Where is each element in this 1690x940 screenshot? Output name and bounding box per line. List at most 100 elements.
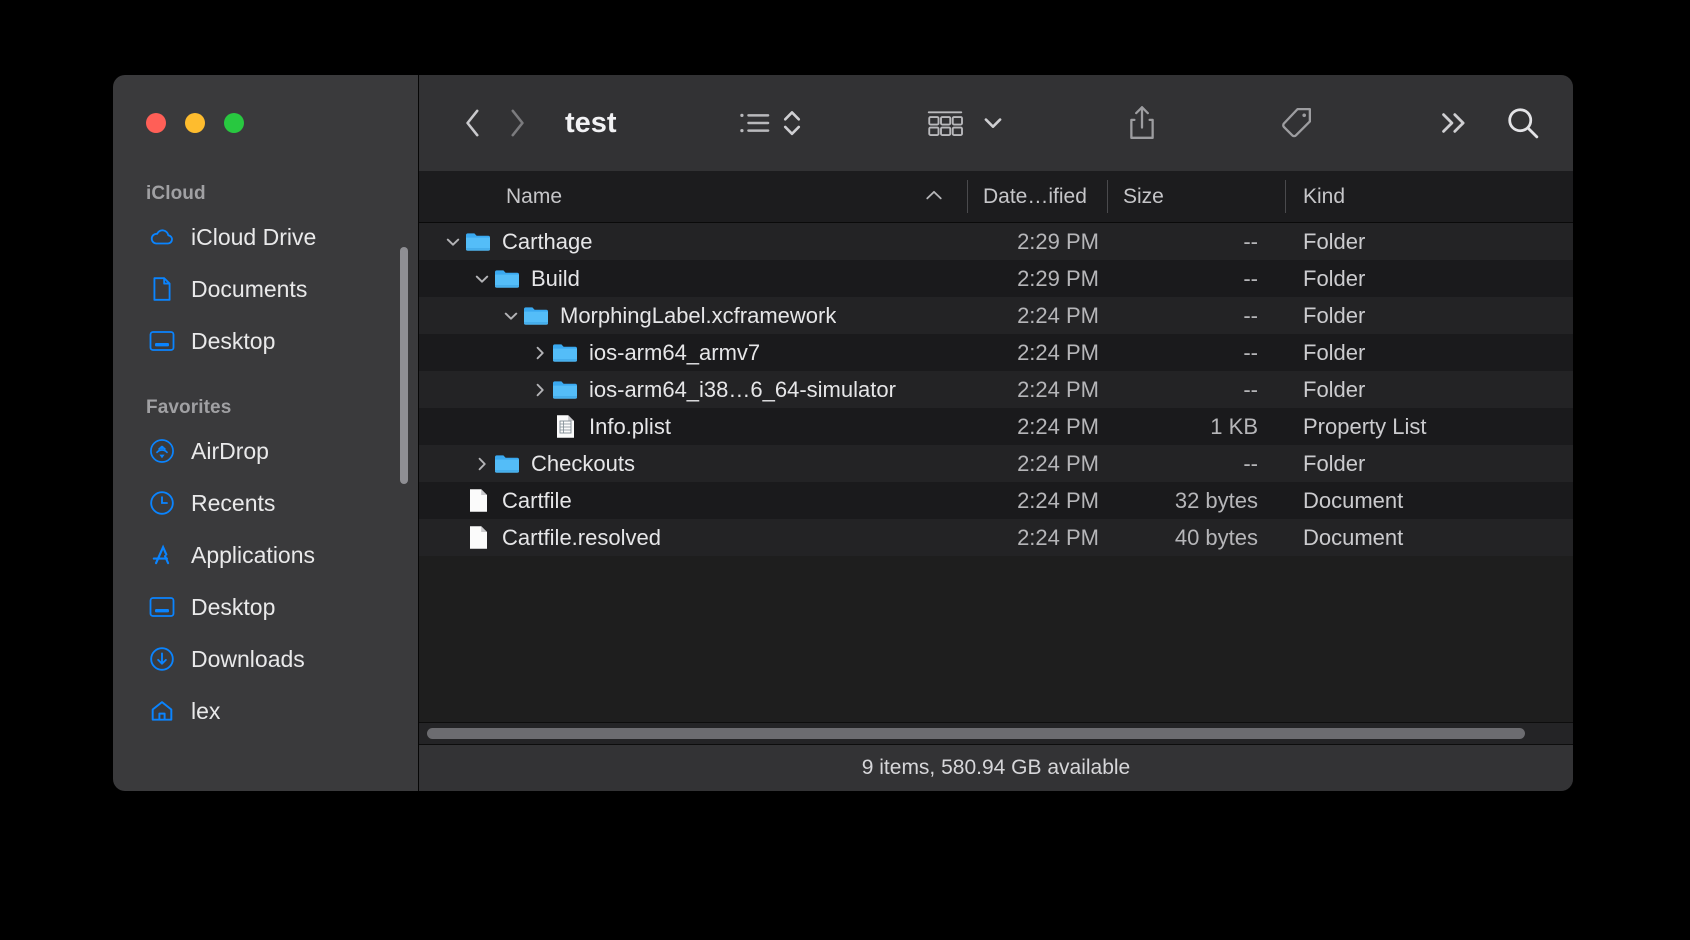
back-button[interactable]: [451, 101, 495, 145]
list-view-button[interactable]: [738, 100, 772, 146]
table-row[interactable]: Build 2:29 PM -- Folder: [419, 260, 1573, 297]
traffic-lights: [113, 75, 418, 133]
sort-updown-button[interactable]: [780, 100, 804, 146]
tag-button[interactable]: [1279, 100, 1315, 146]
sidebar-item-downloads[interactable]: Downloads: [113, 633, 418, 685]
column-header-kind[interactable]: Kind: [1285, 171, 1573, 222]
sidebar-item-desktop-favorites[interactable]: Desktop: [113, 581, 418, 633]
chevron-down-icon[interactable]: [982, 100, 1004, 146]
more-button[interactable]: [1437, 100, 1471, 146]
file-date-cell: 2:24 PM: [1017, 339, 1099, 365]
file-size-cell: 32 bytes: [1174, 487, 1258, 513]
table-row[interactable]: ios-arm64_i38…6_64-simulator 2:24 PM -- Fol…: [419, 371, 1573, 408]
file-date-cell: 2:24 PM: [1017, 413, 1099, 439]
table-row[interactable]: Checkouts 2:24 PM -- Folder: [419, 445, 1573, 482]
sidebar-item-label: Desktop: [191, 593, 276, 620]
horizontal-scrollbar[interactable]: [419, 722, 1573, 744]
chevron-right-icon[interactable]: [470, 456, 494, 472]
file-name-cell[interactable]: Info.plist: [419, 414, 967, 440]
close-button[interactable]: [146, 113, 166, 133]
file-list[interactable]: Carthage 2:29 PM -- Folder Build 2:29 PM -- Fol…: [419, 223, 1573, 722]
sidebar-item-documents[interactable]: Documents: [113, 263, 418, 315]
sidebar-item-label: Desktop: [191, 327, 276, 354]
column-header-size[interactable]: Size: [1107, 171, 1285, 222]
column-header-name[interactable]: Name: [419, 171, 967, 222]
sidebar-item-airdrop[interactable]: AirDrop: [113, 425, 418, 477]
file-name-label: MorphingLabel.xcframework: [560, 302, 837, 328]
file-kind-cell: Folder: [1303, 302, 1366, 328]
status-bar-text: 9 items, 580.94 GB available: [861, 756, 1131, 779]
desktop-icon: [149, 594, 175, 620]
file-size-cell: --: [1243, 450, 1258, 476]
folder-icon: [465, 231, 491, 252]
file-kind-cell: Document: [1303, 487, 1404, 513]
file-date-cell: 2:29 PM: [1017, 265, 1099, 291]
group-items-button[interactable]: [926, 100, 964, 146]
column-header-date-label: Date…ified: [983, 184, 1087, 208]
folder-icon: [552, 379, 578, 400]
table-row[interactable]: Info.plist 2:24 PM 1 KB Property List: [419, 408, 1573, 445]
file-name-cell[interactable]: ios-arm64_armv7: [419, 340, 967, 366]
file-name-cell[interactable]: Build: [419, 266, 967, 292]
chevron-right-icon[interactable]: [528, 382, 552, 398]
table-row[interactable]: MorphingLabel.xcframework 2:24 PM -- Folder: [419, 297, 1573, 334]
sidebar-item-label: Downloads: [191, 645, 305, 672]
chevron-right-icon[interactable]: [528, 345, 552, 361]
file-name-cell[interactable]: Cartfile: [419, 488, 967, 514]
sidebar-item-label: lex: [191, 697, 221, 724]
chevron-down-icon[interactable]: [499, 308, 523, 324]
sidebar-item-icloud-drive[interactable]: iCloud Drive: [113, 211, 418, 263]
sidebar-section-icloud: iCloud: [146, 183, 206, 204]
file-size-cell: 40 bytes: [1174, 524, 1258, 550]
sidebar-item-desktop-icloud[interactable]: Desktop: [113, 315, 418, 367]
sidebar-scrollbar[interactable]: [400, 247, 408, 484]
folder-icon: [552, 342, 578, 363]
file-size-cell: 1 KB: [1210, 413, 1258, 439]
file-date-cell: 2:24 PM: [1017, 487, 1099, 513]
home-icon: [149, 698, 175, 724]
column-header-date[interactable]: Date…ified: [967, 171, 1107, 222]
file-name-label: Cartfile.resolved: [502, 524, 661, 550]
file-size-cell: --: [1243, 265, 1258, 291]
table-row[interactable]: Cartfile 2:24 PM 32 bytes Document: [419, 482, 1573, 519]
forward-button[interactable]: [495, 101, 539, 145]
sidebar-item-label: iCloud Drive: [191, 223, 317, 250]
file-name-cell[interactable]: Carthage: [419, 229, 967, 255]
file-kind-cell: Folder: [1303, 376, 1366, 402]
table-row[interactable]: ios-arm64_armv7 2:24 PM -- Folder: [419, 334, 1573, 371]
file-name-cell[interactable]: Cartfile.resolved: [419, 525, 967, 551]
file-size-cell: --: [1243, 302, 1258, 328]
file-name-cell[interactable]: MorphingLabel.xcframework: [419, 303, 967, 329]
document-icon: [149, 276, 175, 302]
column-header-name-label: Name: [506, 184, 563, 208]
chevron-down-icon[interactable]: [441, 234, 465, 250]
file-kind-cell: Property List: [1303, 413, 1427, 439]
sidebar-item-label: AirDrop: [191, 437, 269, 464]
sidebar-item-label: Documents: [191, 275, 308, 302]
desktop-icon: [149, 328, 175, 354]
horizontal-scrollbar-thumb[interactable]: [427, 728, 1526, 739]
file-name-label: Checkouts: [531, 450, 635, 476]
sidebar-item-applications[interactable]: Applications: [113, 529, 418, 581]
sidebar-item-recents[interactable]: Recents: [113, 477, 418, 529]
minimize-button[interactable]: [185, 113, 205, 133]
table-row[interactable]: Cartfile.resolved 2:24 PM 40 bytes Document: [419, 519, 1573, 556]
sort-ascending-icon: [925, 188, 943, 205]
sidebar-item-label: Recents: [191, 489, 276, 516]
chevron-down-icon[interactable]: [470, 271, 494, 287]
file-name-label: Info.plist: [589, 413, 671, 439]
sidebar-section-favorites: Favorites: [146, 397, 232, 418]
file-name-label: ios-arm64_armv7: [589, 339, 761, 365]
file-name-label: Build: [531, 265, 580, 291]
file-name-cell[interactable]: ios-arm64_i38…6_64-simulator: [419, 377, 967, 403]
file-date-cell: 2:24 PM: [1017, 450, 1099, 476]
finder-window: iCloud iCloud Drive Documents Desktop Fa…: [113, 75, 1573, 791]
maximize-button[interactable]: [224, 113, 244, 133]
file-name-cell[interactable]: Checkouts: [419, 451, 967, 477]
table-row[interactable]: Carthage 2:29 PM -- Folder: [419, 223, 1573, 260]
share-button[interactable]: [1126, 100, 1158, 146]
search-button[interactable]: [1505, 100, 1541, 146]
doc-icon: [465, 525, 491, 550]
folder-icon: [494, 268, 520, 289]
sidebar-item-lex[interactable]: lex: [113, 685, 418, 737]
